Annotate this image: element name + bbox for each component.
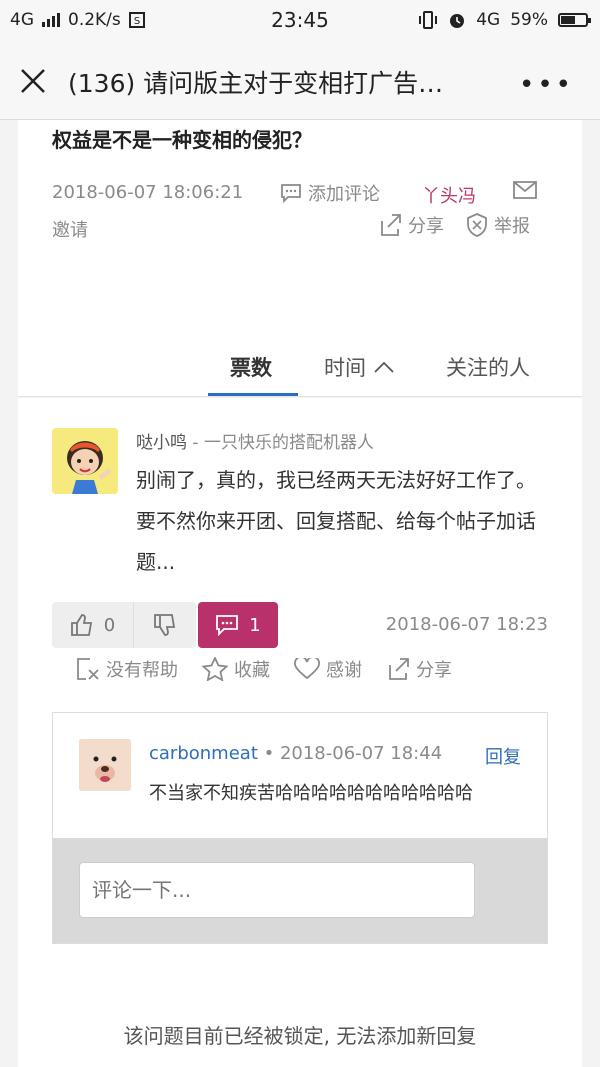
vote-bar: 0	[52, 602, 196, 648]
comment-text: 不当家不知疾苦哈哈哈哈哈哈哈哈哈哈哈	[149, 783, 473, 804]
chevron-up-icon	[374, 361, 394, 373]
question-actions: 分享 举报	[378, 212, 530, 238]
locked-notice: 该问题目前已经被锁定, 无法添加新回复	[123, 1024, 477, 1048]
not-helpful-icon	[77, 658, 99, 680]
reply-button[interactable]: 回复	[485, 743, 521, 769]
tab-time-label: 时间	[324, 356, 366, 380]
favorite-button[interactable]: 收藏	[202, 656, 270, 682]
commenter-avatar[interactable]	[79, 739, 131, 791]
star-icon	[202, 657, 228, 681]
question-title: 权益是不是一种变相的侵犯？	[52, 128, 312, 152]
not-helpful-button[interactable]: 没有帮助	[76, 656, 178, 682]
battery-icon	[558, 13, 591, 27]
share-label: 分享	[408, 216, 444, 237]
alarm-icon	[450, 14, 465, 28]
title-bar: (136) 请问版主对于变相打广告… •••	[0, 42, 600, 120]
thanks-button[interactable]: 感谢	[294, 656, 362, 682]
comment-input[interactable]	[79, 862, 475, 918]
answer-author-line: 哒小鸣 - 一只快乐的搭配机器人	[136, 428, 374, 453]
question-card: 权益是不是一种变相的侵犯？ 2018-06-07 18:06:21 添加评论 丫…	[18, 120, 582, 397]
answer-share-button[interactable]: 分享	[386, 656, 452, 682]
answer-share-label: 分享	[416, 660, 452, 681]
answer-actions: 没有帮助 收藏 感谢 分享	[76, 656, 452, 682]
cartoon-avatar-icon	[52, 428, 118, 494]
author-signature: 一只快乐的搭配机器人	[203, 433, 374, 453]
answer-card: 哒小鸣 - 一只快乐的搭配机器人 别闹了，真的，我已经两天无法好好工作了。要不然…	[18, 398, 582, 1067]
tab-time[interactable]: 时间	[324, 352, 394, 382]
question-user-link[interactable]: 丫头冯	[422, 182, 476, 208]
answer-body: 别闹了，真的，我已经两天无法好好工作了。要不然你来开团、回复搭配、给每个帖子加话…	[136, 468, 536, 574]
upvote-button[interactable]: 0	[52, 602, 134, 648]
favorite-label: 收藏	[234, 660, 270, 681]
more-menu-button[interactable]: •••	[519, 70, 574, 100]
report-button[interactable]: 举报	[466, 212, 530, 238]
share-button[interactable]: 分享	[378, 212, 444, 238]
comment-item: carbonmeat • 2018-06-07 18:44 回复 不当家不知疾苦…	[53, 713, 547, 838]
thumbs-down-icon	[154, 614, 176, 636]
page-title: (136) 请问版主对于变相打广告…	[68, 69, 444, 98]
share-icon	[381, 214, 401, 236]
question-meta: 2018-06-07 18:06:21 添加评论 丫头冯	[52, 180, 572, 210]
report-label: 举报	[494, 216, 530, 237]
network-label-2: 4G	[476, 10, 501, 30]
comment-icon	[216, 615, 239, 636]
comment-count: 1	[249, 614, 261, 636]
not-helpful-label: 没有帮助	[106, 660, 178, 681]
status-bar: 4G 0.2K/s S 23:45 4G 59%	[0, 0, 600, 42]
comments-button[interactable]: 1	[198, 602, 278, 648]
commenter-name[interactable]: carbonmeat	[149, 743, 258, 764]
invite-link[interactable]: 邀请	[52, 216, 88, 242]
active-tab-indicator	[208, 393, 298, 396]
comment-section: carbonmeat • 2018-06-07 18:44 回复 不当家不知疾苦…	[52, 712, 548, 944]
thanks-label: 感谢	[326, 660, 362, 681]
comment-icon	[281, 184, 301, 203]
comment-header: carbonmeat • 2018-06-07 18:44	[149, 743, 442, 764]
comment-input-area	[53, 838, 547, 943]
sort-tabs: 票数 时间 关注的人	[18, 348, 582, 397]
author-separator: -	[187, 433, 204, 453]
share-icon	[389, 658, 409, 680]
thumbs-up-icon	[70, 614, 92, 636]
answer-author[interactable]: 哒小鸣	[136, 433, 187, 453]
battery-percent: 59%	[510, 10, 548, 30]
add-comment-button[interactable]: 添加评论	[280, 180, 380, 206]
downvote-button[interactable]	[134, 602, 196, 648]
avatar[interactable]	[52, 428, 118, 494]
answer-date: 2018-06-07 18:23	[385, 614, 548, 635]
mail-icon[interactable]	[512, 178, 538, 202]
heart-icon	[294, 658, 320, 680]
close-icon[interactable]	[18, 66, 48, 96]
question-date: 2018-06-07 18:06:21	[52, 182, 244, 203]
upvote-count: 0	[103, 614, 116, 636]
tab-votes[interactable]: 票数	[230, 352, 272, 382]
tab-followers[interactable]: 关注的人	[446, 352, 530, 382]
bear-avatar-icon	[79, 739, 131, 791]
vibrate-icon	[419, 11, 438, 29]
comment-dot: •	[257, 743, 280, 764]
add-comment-label: 添加评论	[308, 184, 380, 205]
comment-date: 2018-06-07 18:44	[279, 743, 443, 764]
shield-icon	[467, 213, 487, 237]
